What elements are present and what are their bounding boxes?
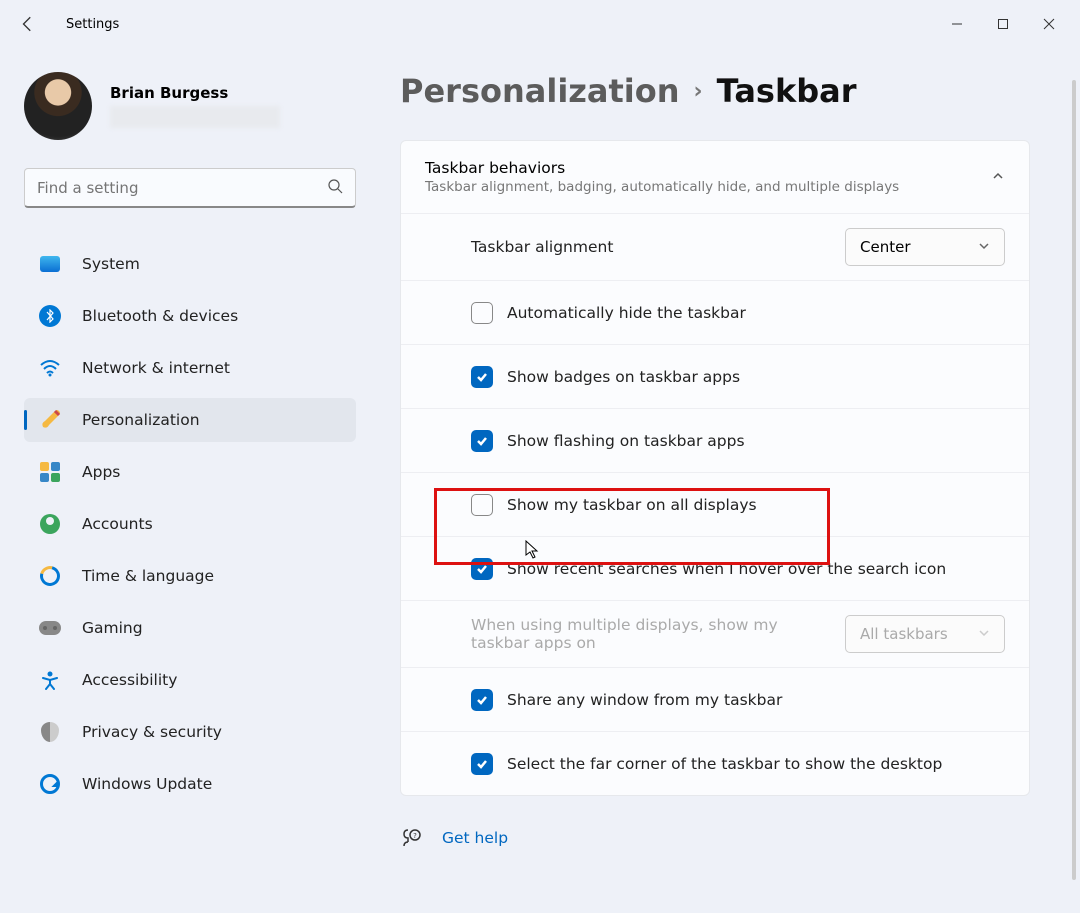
breadcrumb-parent[interactable]: Personalization <box>400 72 680 110</box>
user-email-redacted <box>110 106 280 128</box>
card-header[interactable]: Taskbar behaviors Taskbar alignment, bad… <box>401 141 1029 213</box>
chevron-up-icon[interactable] <box>991 168 1005 187</box>
shield-icon <box>38 720 62 744</box>
chevron-down-icon <box>978 238 990 256</box>
nav-privacy[interactable]: Privacy & security <box>24 710 356 754</box>
autohide-checkbox[interactable] <box>471 302 493 324</box>
multi-apps-dropdown: All taskbars <box>845 615 1005 653</box>
setting-multi-apps: When using multiple displays, show my ta… <box>401 600 1029 667</box>
recent-search-label: Show recent searches when I hover over t… <box>507 560 946 578</box>
maximize-button[interactable] <box>980 4 1026 44</box>
wifi-icon <box>38 356 62 380</box>
nav-apps[interactable]: Apps <box>24 450 356 494</box>
card-subtitle: Taskbar alignment, badging, automaticall… <box>425 179 899 195</box>
multi-apps-label: When using multiple displays, show my ta… <box>471 616 791 652</box>
svg-text:?: ? <box>413 832 417 840</box>
nav-bluetooth[interactable]: Bluetooth & devices <box>24 294 356 338</box>
badges-checkbox[interactable] <box>471 366 493 388</box>
accessibility-icon <box>38 668 62 692</box>
nav-update[interactable]: Windows Update <box>24 762 356 806</box>
chevron-right-icon: › <box>694 79 703 104</box>
nav-time[interactable]: Time & language <box>24 554 356 598</box>
share-window-checkbox[interactable] <box>471 689 493 711</box>
avatar <box>24 72 92 140</box>
card-title: Taskbar behaviors <box>425 159 899 177</box>
scrollbar[interactable] <box>1072 80 1076 880</box>
alignment-label: Taskbar alignment <box>471 238 613 256</box>
minimize-button[interactable] <box>934 4 980 44</box>
gamepad-icon <box>38 616 62 640</box>
share-window-label: Share any window from my taskbar <box>507 691 782 709</box>
nav-accessibility[interactable]: Accessibility <box>24 658 356 702</box>
breadcrumb: Personalization › Taskbar <box>400 72 1030 110</box>
far-corner-label: Select the far corner of the taskbar to … <box>507 755 942 773</box>
flashing-checkbox[interactable] <box>471 430 493 452</box>
nav-system[interactable]: System <box>24 242 356 286</box>
update-icon <box>38 772 62 796</box>
clock-icon <box>38 564 62 588</box>
far-corner-checkbox[interactable] <box>471 753 493 775</box>
setting-alignment: Taskbar alignment Center <box>401 213 1029 280</box>
user-name: Brian Burgess <box>110 84 280 102</box>
setting-badges[interactable]: Show badges on taskbar apps <box>401 344 1029 408</box>
badges-label: Show badges on taskbar apps <box>507 368 740 386</box>
cursor-icon <box>525 540 541 564</box>
nav-personalization[interactable]: Personalization <box>24 398 356 442</box>
profile-block[interactable]: Brian Burgess <box>24 72 356 140</box>
close-button[interactable] <box>1026 4 1072 44</box>
back-button[interactable] <box>8 4 48 44</box>
setting-recent-search[interactable]: Show recent searches when I hover over t… <box>401 536 1029 600</box>
flashing-label: Show flashing on taskbar apps <box>507 432 745 450</box>
system-icon <box>38 252 62 276</box>
app-title: Settings <box>66 17 119 32</box>
setting-all-displays[interactable]: Show my taskbar on all displays <box>401 472 1029 536</box>
brush-icon <box>38 408 62 432</box>
setting-far-corner[interactable]: Select the far corner of the taskbar to … <box>401 731 1029 795</box>
get-help-link[interactable]: Get help <box>442 829 508 847</box>
chevron-down-icon <box>978 625 990 643</box>
help-section: ? Get help <box>400 826 1030 850</box>
search-icon <box>327 178 343 198</box>
breadcrumb-current: Taskbar <box>717 72 857 110</box>
search-input[interactable] <box>24 168 356 208</box>
setting-flashing[interactable]: Show flashing on taskbar apps <box>401 408 1029 472</box>
apps-icon <box>38 460 62 484</box>
all-displays-checkbox[interactable] <box>471 494 493 516</box>
accounts-icon <box>38 512 62 536</box>
help-icon: ? <box>400 826 424 850</box>
alignment-dropdown[interactable]: Center <box>845 228 1005 266</box>
setting-autohide[interactable]: Automatically hide the taskbar <box>401 280 1029 344</box>
nav-network[interactable]: Network & internet <box>24 346 356 390</box>
search-field[interactable] <box>37 179 327 197</box>
recent-search-checkbox[interactable] <box>471 558 493 580</box>
bluetooth-icon <box>38 304 62 328</box>
taskbar-behaviors-card: Taskbar behaviors Taskbar alignment, bad… <box>400 140 1030 796</box>
nav-accounts[interactable]: Accounts <box>24 502 356 546</box>
nav-gaming[interactable]: Gaming <box>24 606 356 650</box>
setting-share-window[interactable]: Share any window from my taskbar <box>401 667 1029 731</box>
all-displays-label: Show my taskbar on all displays <box>507 496 757 514</box>
autohide-label: Automatically hide the taskbar <box>507 304 746 322</box>
